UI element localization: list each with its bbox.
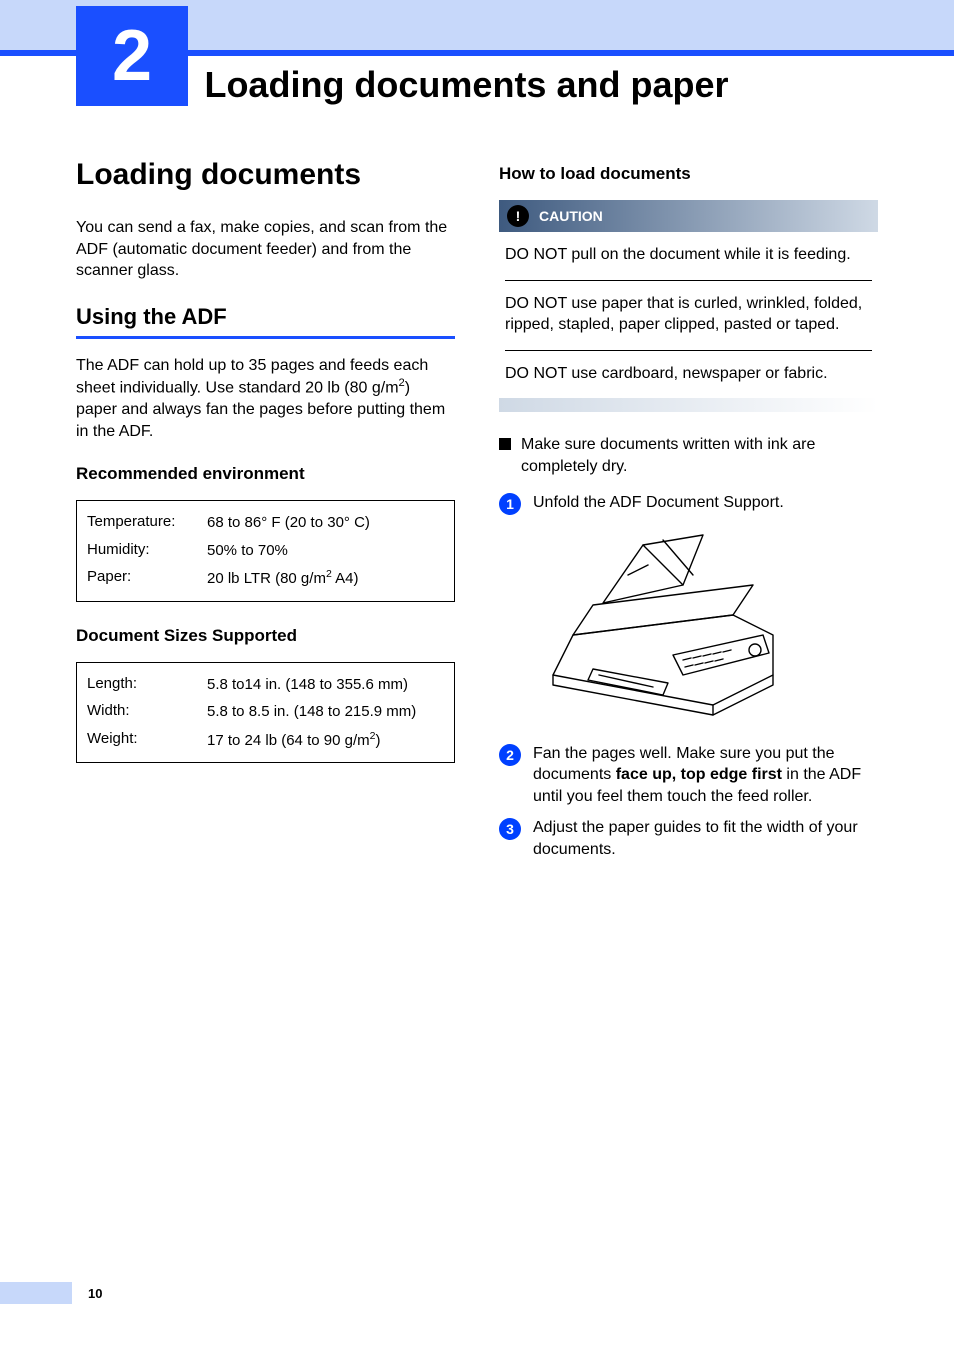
step-number-icon: 1 (499, 493, 521, 515)
sizes-length-value: 5.8 to14 in. (148 to 355.6 mm) (207, 675, 444, 695)
caution-label: CAUTION (539, 208, 603, 224)
table-row: Weight: 17 to 24 lb (64 to 90 g/m2) (87, 726, 444, 755)
env-paper-label: Paper: (87, 568, 207, 589)
sizes-width-label: Width: (87, 702, 207, 722)
env-paper-value: 20 lb LTR (80 g/m2 A4) (207, 568, 444, 589)
caution-icon: ! (507, 205, 529, 227)
footer-color-strip (0, 1282, 72, 1304)
document-sizes-table: Length: 5.8 to14 in. (148 to 355.6 mm) W… (76, 662, 455, 764)
env-humidity-label: Humidity: (87, 541, 207, 561)
page-number: 10 (88, 1286, 102, 1301)
caution-item-1: DO NOT pull on the document while it is … (499, 232, 878, 280)
table-row: Width: 5.8 to 8.5 in. (148 to 215.9 mm) (87, 698, 444, 726)
table-row: Paper: 20 lb LTR (80 g/m2 A4) (87, 564, 444, 593)
bullet-square-icon (499, 438, 511, 450)
caution-item-2: DO NOT use paper that is curled, wrinkle… (499, 281, 878, 350)
env-temperature-label: Temperature: (87, 513, 207, 533)
step-3: 3 Adjust the paper guides to fit the wid… (499, 817, 878, 860)
subsection-heading-using-adf: Using the ADF (76, 304, 455, 330)
sizes-length-label: Length: (87, 675, 207, 695)
left-column: Loading documents You can send a fax, ma… (76, 158, 455, 871)
adf-paragraph: The ADF can hold up to 35 pages and feed… (76, 355, 455, 443)
sizes-weight-label: Weight: (87, 730, 207, 751)
sizes-weight-value-2: ) (375, 732, 380, 749)
step-number-icon: 2 (499, 744, 521, 766)
caution-header: ! CAUTION (499, 200, 878, 232)
bullet-item: Make sure documents written with ink are… (499, 434, 878, 477)
table-row: Temperature: 68 to 86° F (20 to 30° C) (87, 509, 444, 537)
env-paper-value-2: A4) (332, 570, 359, 587)
caution-item-3: DO NOT use cardboard, newspaper or fabri… (499, 351, 878, 399)
env-humidity-value: 50% to 70% (207, 541, 444, 561)
recommended-env-heading: Recommended environment (76, 464, 455, 484)
chapter-title: Loading documents and paper (204, 18, 728, 106)
intro-paragraph: You can send a fax, make copies, and sca… (76, 217, 455, 282)
step-3-text: Adjust the paper guides to fit the width… (533, 817, 878, 860)
step-2-text: Fan the pages well. Make sure you put th… (533, 743, 878, 808)
adf-para-text-1: The ADF can hold up to 35 pages and feed… (76, 357, 428, 397)
right-column: How to load documents ! CAUTION DO NOT p… (499, 158, 878, 871)
table-row: Length: 5.8 to14 in. (148 to 355.6 mm) (87, 671, 444, 699)
recommended-env-table: Temperature: 68 to 86° F (20 to 30° C) H… (76, 500, 455, 602)
step-2: 2 Fan the pages well. Make sure you put … (499, 743, 878, 808)
step-2-text-bold: face up, top edge first (616, 766, 782, 783)
page-footer: 10 (0, 1282, 954, 1304)
step-1: 1 Unfold the ADF Document Support. (499, 492, 878, 515)
caution-footer-band (499, 398, 878, 412)
step-number-icon: 3 (499, 818, 521, 840)
chapter-number: 2 (76, 6, 188, 106)
sizes-weight-value-1: 17 to 24 lb (64 to 90 g/m (207, 732, 370, 749)
sizes-weight-value: 17 to 24 lb (64 to 90 g/m2) (207, 730, 444, 751)
document-sizes-heading: Document Sizes Supported (76, 626, 455, 646)
subsection-rule (76, 336, 455, 339)
env-temperature-value: 68 to 86° F (20 to 30° C) (207, 513, 444, 533)
how-to-load-heading: How to load documents (499, 164, 878, 184)
section-heading-loading-documents: Loading documents (76, 158, 455, 191)
printer-illustration (533, 525, 793, 725)
bullet-text: Make sure documents written with ink are… (521, 434, 878, 477)
caution-box: ! CAUTION DO NOT pull on the document wh… (499, 200, 878, 412)
step-1-text: Unfold the ADF Document Support. (533, 492, 784, 515)
sizes-width-value: 5.8 to 8.5 in. (148 to 215.9 mm) (207, 702, 444, 722)
env-paper-value-1: 20 lb LTR (80 g/m (207, 570, 326, 587)
table-row: Humidity: 50% to 70% (87, 537, 444, 565)
